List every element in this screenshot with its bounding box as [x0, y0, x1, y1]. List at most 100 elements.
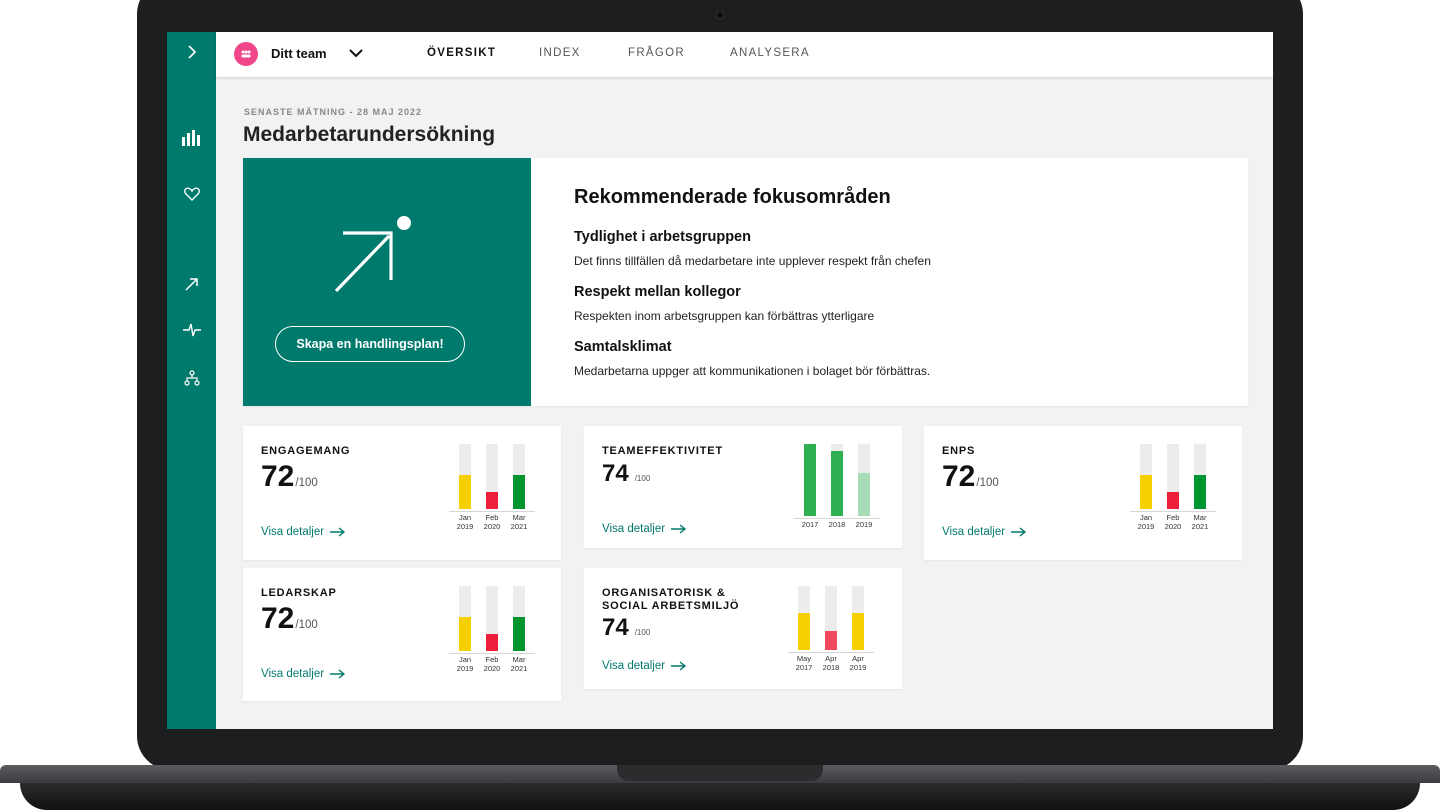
score-value: 72: [261, 460, 295, 493]
recommendations-title: Rekommenderade fokusområden: [574, 186, 891, 208]
chart-tick-text: Jan: [1139, 513, 1153, 522]
base-bottom: [20, 783, 1420, 810]
chart-bar: [858, 473, 870, 516]
chart-tick-label: 2017: [797, 520, 823, 529]
tab-analysera[interactable]: ANALYSERA: [730, 47, 810, 59]
show-details-label: Visa detaljer: [602, 523, 666, 535]
show-details-label: Visa detaljer: [942, 526, 1006, 538]
chart-tick-label: Feb 2020: [1160, 513, 1186, 531]
page-title: Medarbetarundersökning: [243, 123, 496, 146]
show-details-link[interactable]: Visa detaljer: [261, 526, 346, 538]
chart-tick-text: Mar: [512, 513, 526, 522]
metric-title: ENPS: [942, 445, 976, 457]
chart-tick-text: 2017: [795, 663, 813, 672]
mini-bar-chart: 2017 2018 2019: [794, 444, 886, 534]
show-details-link[interactable]: Visa detaljer: [602, 660, 687, 672]
expand-icon[interactable]: [179, 39, 204, 64]
mini-bar-chart: Jan 2019 Feb 2020 Mar 2021: [449, 444, 541, 534]
metric-title: TEAMEFFEKTIVITET: [602, 445, 723, 457]
chart-tick-text: 2018: [828, 520, 846, 529]
chart-tick-label: Feb 2020: [479, 655, 505, 673]
laptop-base: [0, 765, 1440, 810]
tab-fragor[interactable]: FRÅGOR: [628, 47, 685, 59]
pulse-icon[interactable]: [179, 317, 204, 342]
chart-tick-text: Jan: [458, 513, 472, 522]
show-details-label: Visa detaljer: [602, 660, 666, 672]
chart-tick-text: Apr: [852, 654, 864, 663]
chart-tick-text: 2021: [510, 522, 528, 531]
chart-bar: [798, 613, 810, 650]
focus-area-title: Tydlighet i arbetsgruppen: [574, 229, 751, 245]
chart-bar: [852, 613, 864, 650]
arrow-up-right-icon[interactable]: [179, 271, 204, 296]
show-details-link[interactable]: Visa detaljer: [261, 668, 346, 680]
metric-score: 74/100: [602, 614, 650, 642]
chart-tick-text: 2018: [822, 663, 840, 672]
show-details-link[interactable]: Visa detaljer: [942, 526, 1027, 538]
chevron-down-icon[interactable]: [348, 46, 364, 64]
metric-score: 72/100: [942, 460, 999, 494]
chart-tick-text: 2019: [1137, 522, 1155, 531]
chart-baseline: [449, 511, 535, 512]
bar-chart-icon[interactable]: [179, 125, 204, 150]
show-details-label: Visa detaljer: [261, 668, 325, 680]
tab-index[interactable]: INDEX: [539, 47, 581, 59]
chart-tick-text: 2020: [483, 522, 501, 531]
focus-area-title: Samtalsklimat: [574, 339, 672, 355]
chart-tick-text: 2021: [510, 664, 528, 673]
score-max: /100: [295, 477, 318, 489]
chart-bar: [831, 451, 843, 516]
team-name[interactable]: Ditt team: [271, 46, 327, 61]
chart-tick-text: 2017: [801, 520, 819, 529]
chart-bar: [513, 475, 525, 509]
chart-tick-text: 2021: [1191, 522, 1209, 531]
chart-tick-text: 2019: [456, 522, 474, 531]
chart-bar: [486, 634, 498, 651]
focus-area-description: Medarbetarna uppger att kommunikationen …: [574, 364, 931, 378]
metric-score: 72/100: [261, 602, 318, 636]
chart-baseline: [1130, 511, 1216, 512]
chart-bar: [825, 631, 837, 650]
team-icon: [241, 50, 251, 58]
chart-bar: [513, 617, 525, 651]
measurement-date: SENASTE MÄTNING - 28 MAJ 2022: [244, 107, 423, 117]
metric-title: ORGANISATORISK & SOCIAL ARBETSMILJÖ: [602, 587, 739, 613]
metric-title-line: SOCIAL ARBETSMILJÖ: [602, 600, 740, 612]
sidebar: [167, 32, 216, 729]
chart-bar: [1140, 475, 1152, 509]
create-action-plan-button[interactable]: Skapa en handlingsplan!: [275, 326, 465, 362]
chart-tick-text: 2019: [456, 664, 474, 673]
metric-card-arbetsmiljo[interactable]: ORGANISATORISK & SOCIAL ARBETSMILJÖ 74/10…: [584, 568, 902, 689]
metric-title: LEDARSKAP: [261, 587, 337, 599]
tab-oversikt[interactable]: ÖVERSIKT: [427, 47, 496, 59]
chart-tick-text: 2019: [849, 663, 867, 672]
chart-tick-text: 2019: [855, 520, 873, 529]
score-max: /100: [634, 628, 651, 637]
chart-tick-label: Mar 2021: [1187, 513, 1213, 531]
team-avatar[interactable]: [234, 42, 258, 66]
show-details-link[interactable]: Visa detaljer: [602, 523, 687, 535]
metric-card-enps[interactable]: ENPS 72/100 Visa detaljer Jan 2019 Feb 2020…: [924, 426, 1242, 560]
chart-tick-label: Jan 2019: [452, 655, 478, 673]
focus-area-description: Det finns tillfällen då medarbetare inte…: [574, 254, 931, 268]
metric-card-engagemang[interactable]: ENGAGEMANG 72/100 Visa detaljer Jan 2019 F…: [243, 426, 561, 560]
metric-card-teameffektivitet[interactable]: TEAMEFFEKTIVITET 74/100 Visa detaljer 20…: [584, 426, 902, 548]
chart-tick-text: 2020: [483, 664, 501, 673]
score-value: 72: [261, 602, 295, 635]
arrow-right-icon: [330, 669, 346, 679]
top-bar: Ditt team ÖVERSIKT INDEX FRÅGOR ANALYSER…: [216, 32, 1273, 77]
mini-bar-chart: Jan 2019 Feb 2020 Mar 2021: [449, 586, 541, 676]
score-max: /100: [634, 474, 651, 483]
metric-title-line: ORGANISATORISK &: [602, 587, 726, 599]
action-plan-panel: Skapa en handlingsplan!: [243, 158, 531, 406]
chart-baseline: [788, 652, 874, 653]
focus-area-title: Respekt mellan kollegor: [574, 284, 741, 300]
metric-card-ledarskap[interactable]: LEDARSKAP 72/100 Visa detaljer Jan 2019 Fe…: [243, 568, 561, 701]
chart-tick-label: Apr 2019: [845, 654, 871, 672]
chart-tick-text: Feb: [1166, 513, 1180, 522]
org-chart-icon[interactable]: [179, 365, 204, 390]
focus-area-description: Respekten inom arbetsgruppen kan förbätt…: [574, 309, 875, 323]
chart-tick-label: 2018: [824, 520, 850, 529]
chart-tick-text: Jan: [458, 655, 472, 664]
heart-icon[interactable]: [179, 181, 204, 206]
